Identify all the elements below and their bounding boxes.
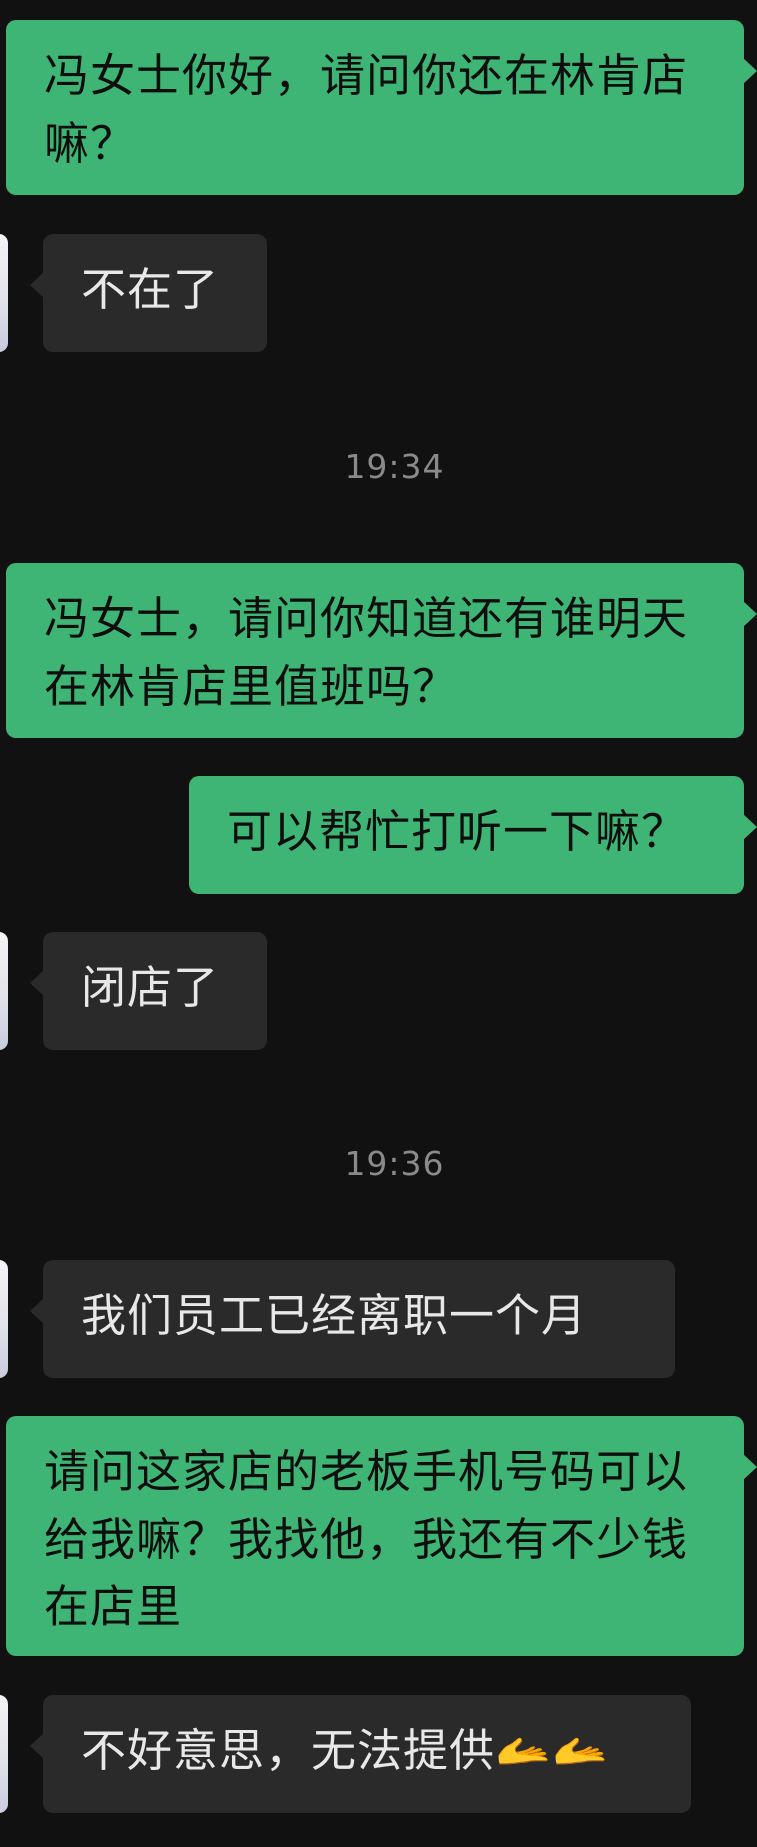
outgoing-message-bubble[interactable]: 可以帮忙打听一下嘛？ [189, 776, 757, 894]
outgoing-message-bubble[interactable]: 请问这家店的老板手机号码可以给我嘛？我找他，我还有不少钱在店里 [6, 1416, 757, 1656]
incoming-message-bubble[interactable]: 我们员工已经离职一个月 [30, 1260, 675, 1378]
contact-avatar[interactable] [0, 234, 8, 352]
message-text: 不在了 [81, 263, 220, 316]
outgoing-message-bubble[interactable]: 冯女士你好，请问你还在林肯店嘛？ [6, 20, 757, 195]
message-text: 可以帮忙打听一下嘛？ [227, 805, 688, 858]
message-text: 我们员工已经离职一个月 [81, 1289, 588, 1342]
message-text: 冯女士，请问你知道还有谁明天在林肯店里值班吗？ [44, 592, 689, 713]
incoming-message-bubble[interactable]: 不在了 [30, 234, 267, 352]
chat-screen: { "chat": { "messages": [ {"direction": … [0, 0, 757, 1847]
incoming-message-bubble[interactable]: 闭店了 [30, 932, 267, 1050]
message-text: 不好意思，无法提供🫴🫴 [81, 1724, 610, 1777]
contact-avatar[interactable] [0, 1260, 8, 1378]
outgoing-message-bubble[interactable]: 冯女士，请问你知道还有谁明天在林肯店里值班吗？ [6, 563, 757, 738]
timestamp: 19:36 [344, 1144, 445, 1183]
message-text: 请问这家店的老板手机号码可以给我嘛？我找他，我还有不少钱在店里 [44, 1445, 689, 1633]
contact-avatar[interactable] [0, 1695, 8, 1813]
contact-avatar[interactable] [0, 932, 8, 1050]
message-text: 冯女士你好，请问你还在林肯店嘛？ [44, 49, 689, 170]
incoming-message-bubble[interactable]: 不好意思，无法提供🫴🫴 [30, 1695, 691, 1813]
message-text: 闭店了 [81, 961, 220, 1014]
timestamp: 19:34 [344, 447, 445, 486]
